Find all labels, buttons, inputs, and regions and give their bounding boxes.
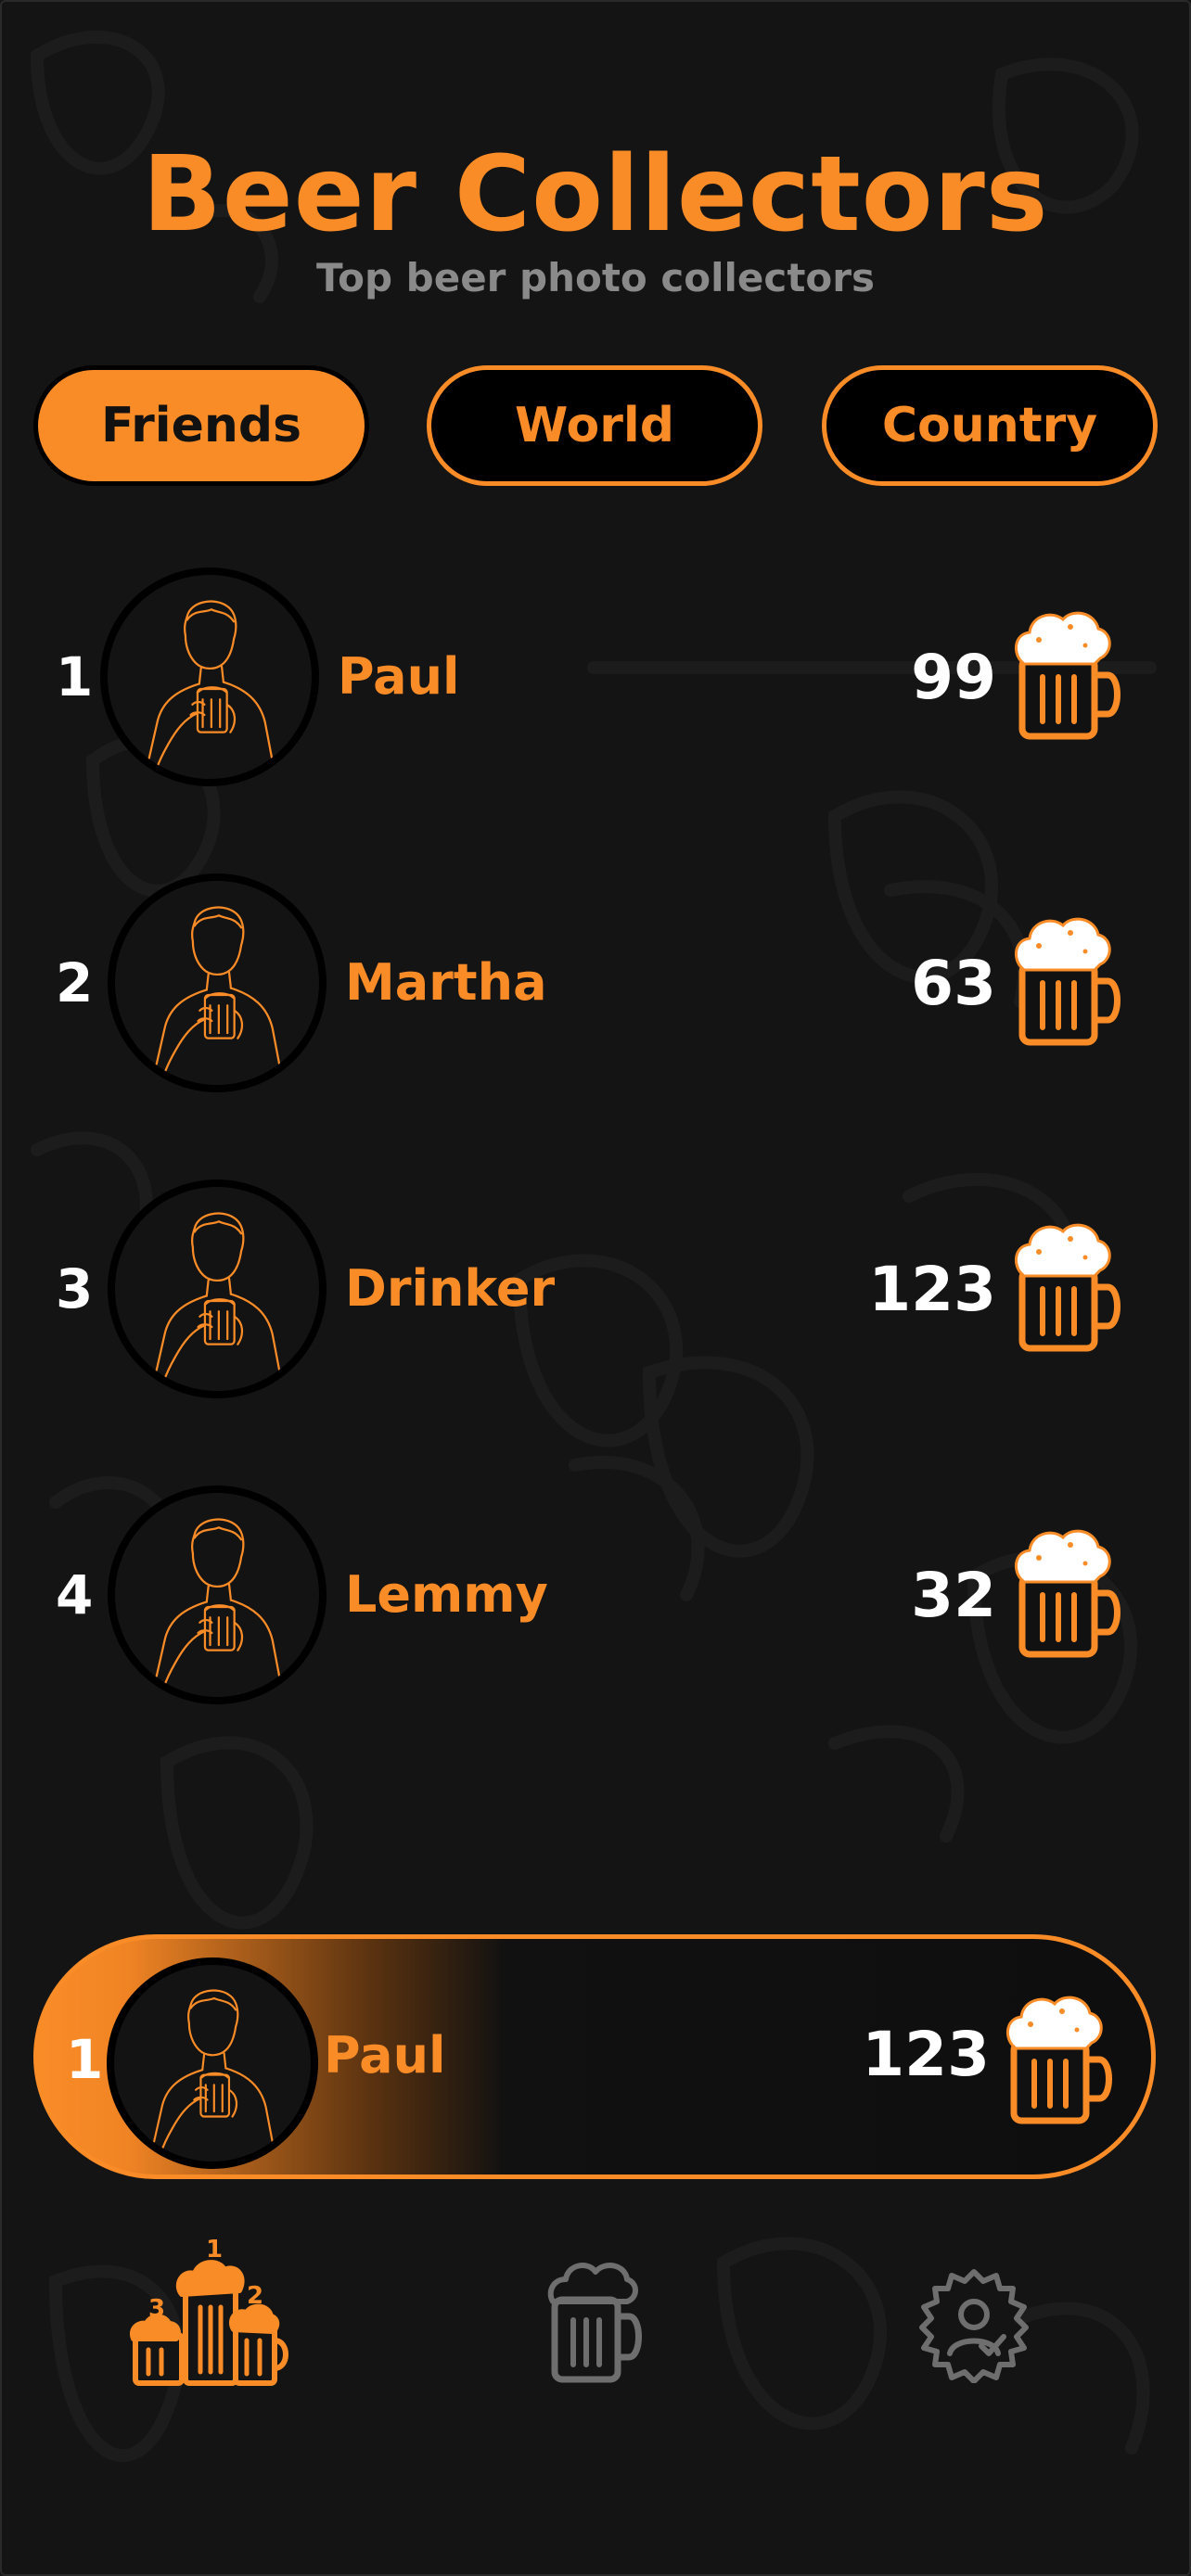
beer-mug-icon <box>1011 911 1124 1048</box>
podium-label-3: 3 <box>148 2295 165 2323</box>
rank-number: 2 <box>56 951 94 1014</box>
page-subtitle: Top beer photo collectors <box>316 255 875 300</box>
page-title: Beer Collectors <box>142 134 1049 255</box>
list-item[interactable]: 3 Drinker 123 <box>0 1178 1191 1400</box>
avatar <box>107 1958 318 2169</box>
beer-count: 123 <box>862 2019 990 2090</box>
beer-mug-icon <box>1003 1989 1116 2126</box>
beer-count: 63 <box>911 948 996 1019</box>
user-name: Drinker <box>345 1259 556 1318</box>
avatar <box>100 567 319 786</box>
podium-label-1: 1 <box>206 2236 223 2264</box>
rank-number: 4 <box>56 1563 94 1626</box>
podium-label-2: 2 <box>247 2282 263 2310</box>
beer-count: 123 <box>868 1254 996 1325</box>
user-name: Martha <box>345 953 547 1012</box>
rank-number: 1 <box>66 2028 104 2091</box>
beer-mug-icon <box>1011 1217 1124 1354</box>
user-name: Paul <box>338 647 460 706</box>
user-name: Paul <box>324 2026 446 2085</box>
leaderboard-podium-icon[interactable]: 1 2 3 <box>130 2233 306 2387</box>
tab-country[interactable]: Country <box>822 365 1158 486</box>
list-item[interactable]: 1 Paul 99 <box>0 566 1191 788</box>
rank-number: 3 <box>56 1257 94 1320</box>
tab-friends[interactable]: Friends <box>33 365 369 486</box>
beer-count: 99 <box>911 642 996 713</box>
current-user-bar[interactable]: 1 Paul 123 <box>33 1934 1156 2179</box>
beer-mug-icon <box>1011 605 1124 742</box>
beer-mug-icon[interactable] <box>547 2259 646 2385</box>
avatar <box>108 1180 327 1398</box>
user-name: Lemmy <box>345 1565 548 1624</box>
avatar <box>108 1486 327 1704</box>
list-item[interactable]: 4 Lemmy 32 <box>0 1484 1191 1706</box>
rank-number: 1 <box>56 645 94 708</box>
tab-world[interactable]: World <box>427 365 762 486</box>
list-item[interactable]: 2 Martha 63 <box>0 872 1191 1094</box>
beer-count: 32 <box>911 1560 996 1631</box>
avatar <box>108 874 327 1092</box>
beer-mug-icon <box>1011 1523 1124 1660</box>
profile-badge-icon[interactable] <box>916 2268 1031 2383</box>
